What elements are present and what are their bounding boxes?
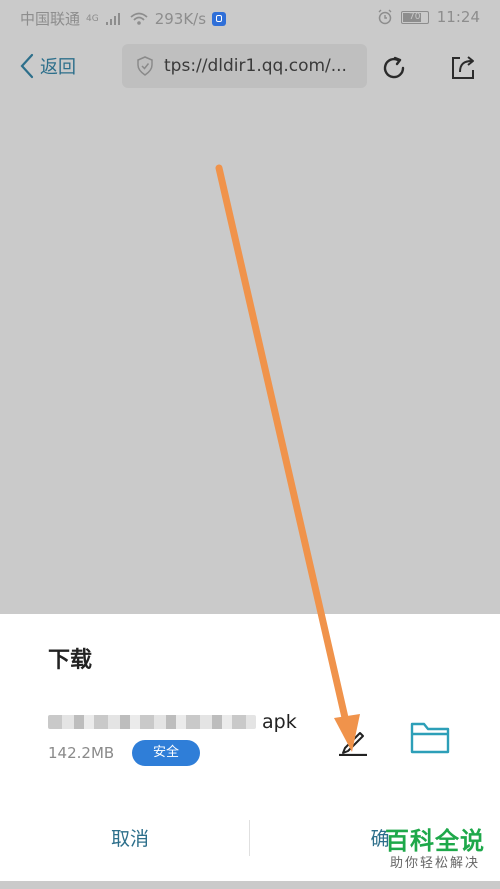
status-left: 中国联通 4G 293K/s (20, 8, 227, 29)
bottom-edge (0, 881, 500, 889)
battery-level: 70 (409, 11, 421, 22)
address-bar[interactable]: tps://dldir1.qq.com/... (122, 44, 367, 88)
url-text: tps://dldir1.qq.com/... (164, 56, 347, 76)
folder-icon[interactable] (410, 720, 450, 754)
dialog-title: 下载 (48, 648, 93, 673)
alarm-icon (378, 9, 392, 25)
edit-icon[interactable] (335, 722, 369, 756)
watermark: 百科全说 助你轻松解决 (376, 826, 494, 872)
back-button[interactable]: 返回 (18, 52, 76, 80)
file-name: apk (48, 711, 297, 733)
network-speed: 293K/s (154, 9, 207, 28)
blurred-file-name (48, 715, 256, 729)
signal-icon (105, 12, 120, 25)
share-icon[interactable] (448, 52, 478, 82)
watermark-subtitle: 助你轻松解决 (389, 856, 480, 871)
refresh-icon[interactable] (380, 54, 408, 82)
cancel-button[interactable]: 取消 (80, 822, 180, 856)
shield-icon (137, 56, 153, 76)
chevron-left-icon (20, 53, 34, 79)
battery-icon: 70 (400, 10, 429, 24)
network-type: 4G (86, 13, 99, 24)
file-extension: apk (262, 711, 297, 733)
wifi-icon (130, 12, 148, 25)
status-bar: 中国联通 4G 293K/s 70 11:24 (0, 0, 500, 34)
web-content-area[interactable] (0, 100, 500, 614)
back-label: 返回 (40, 57, 76, 78)
carrier-label: 中国联通 (20, 10, 81, 28)
status-right: 70 11:24 (377, 8, 480, 26)
app-notification-icon (212, 11, 227, 26)
browser-toolbar: 返回 tps://dldir1.qq.com/... (0, 34, 500, 100)
watermark-title: 百科全说 (385, 827, 485, 855)
safe-badge: 安全 (132, 740, 200, 766)
button-divider (249, 820, 250, 856)
clock: 11:24 (436, 8, 480, 26)
file-size: 142.2MB (48, 744, 115, 762)
